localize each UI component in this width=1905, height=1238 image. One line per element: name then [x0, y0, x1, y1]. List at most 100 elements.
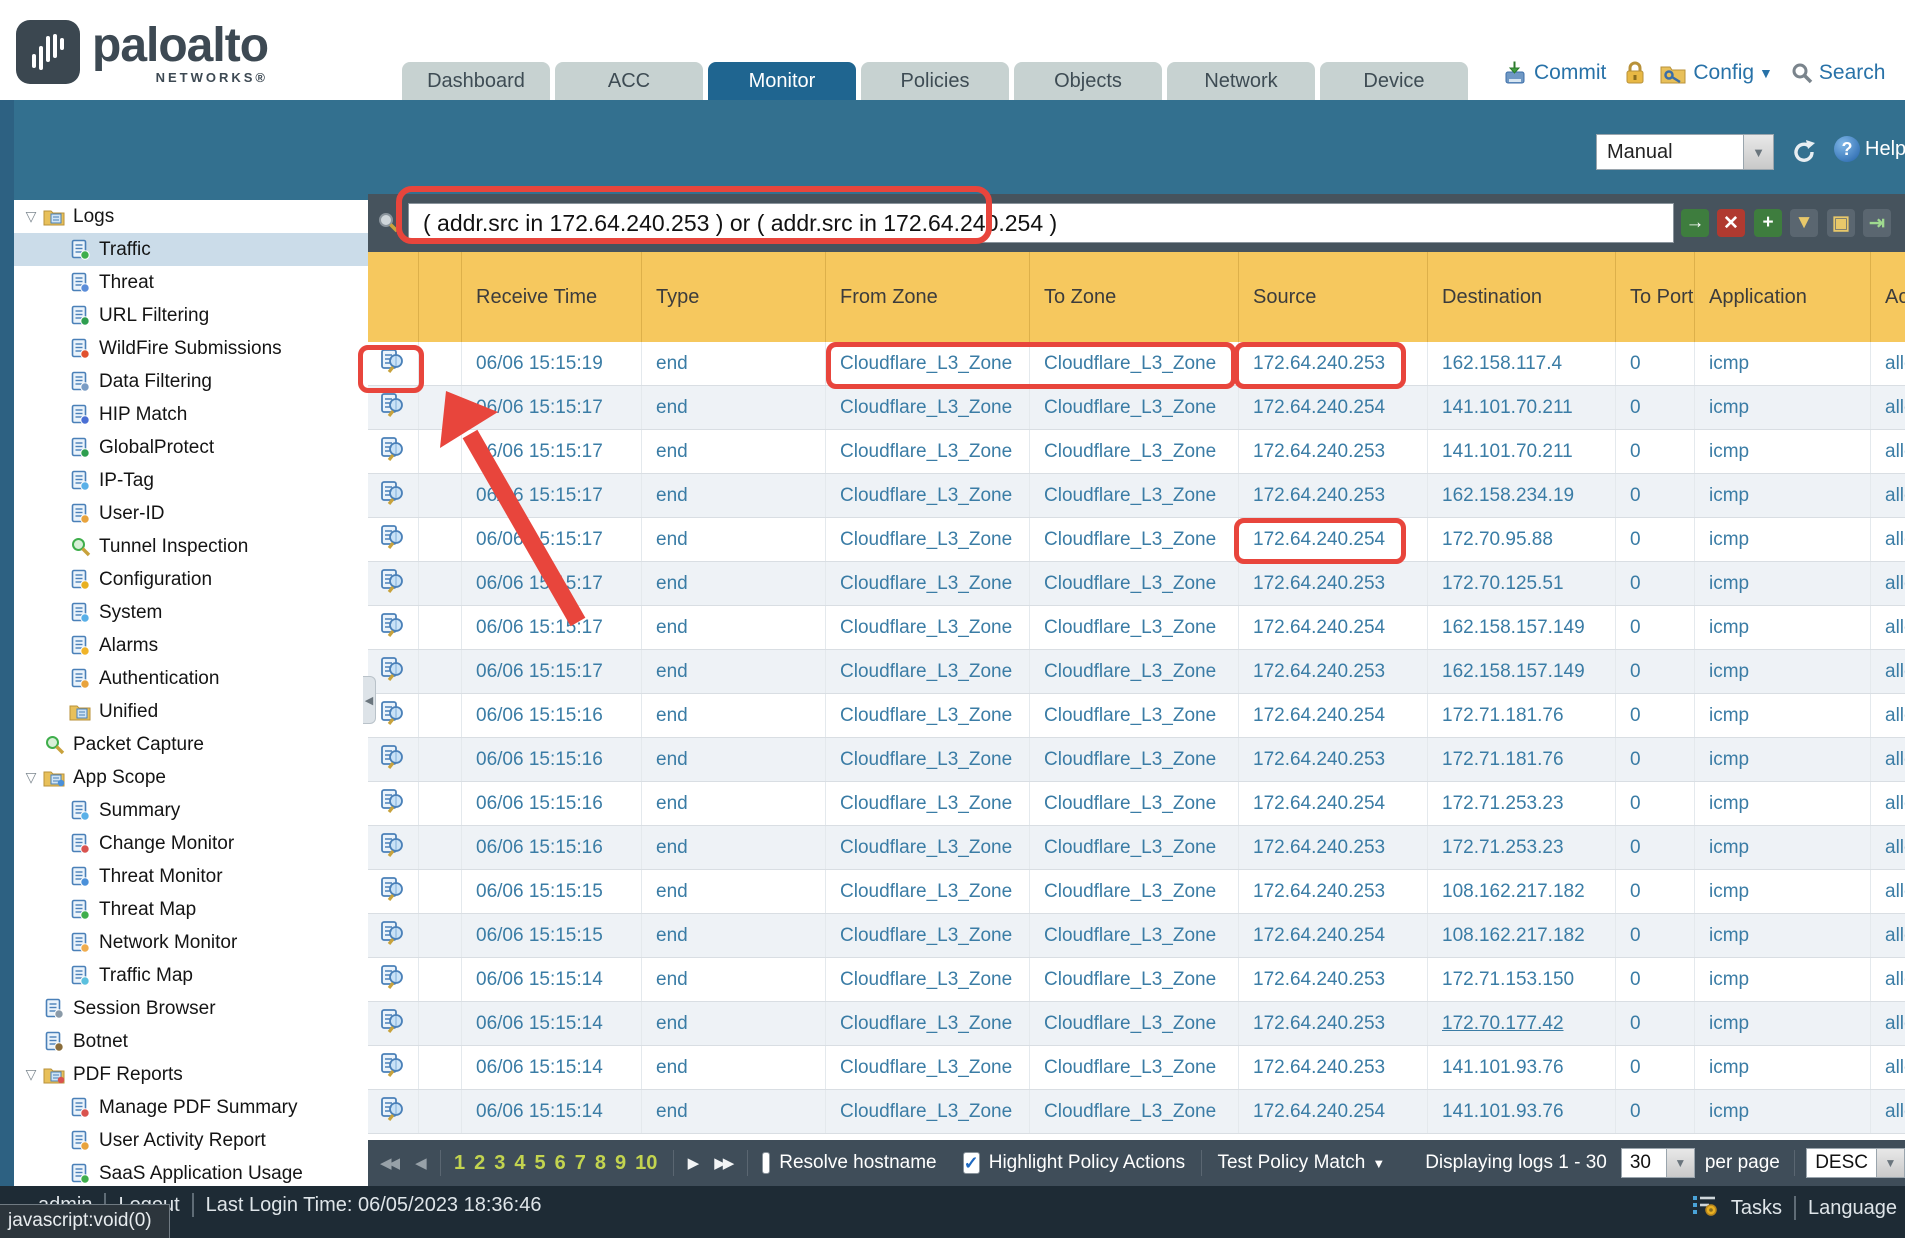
- tab-policies[interactable]: Policies: [861, 62, 1009, 100]
- log-detail-icon[interactable]: [380, 348, 406, 380]
- save-filter-icon[interactable]: ▼: [1790, 209, 1818, 237]
- sidebar-item-alarms[interactable]: Alarms: [14, 629, 368, 662]
- first-page-button[interactable]: ◀◀: [380, 1154, 397, 1172]
- log-detail-icon[interactable]: [380, 964, 406, 996]
- tasks-button[interactable]: Tasks: [1731, 1197, 1782, 1220]
- column-header-to-zone[interactable]: To Zone: [1030, 252, 1239, 342]
- sidebar-item-unified[interactable]: Unified: [14, 695, 368, 728]
- refresh-interval-caret-icon[interactable]: ▼: [1743, 135, 1773, 169]
- column-header-type[interactable]: Type: [642, 252, 826, 342]
- page-number-4[interactable]: 4: [514, 1152, 525, 1175]
- tab-objects[interactable]: Objects: [1014, 62, 1162, 100]
- refresh-icon[interactable]: [1788, 136, 1820, 168]
- log-detail-icon[interactable]: [380, 876, 406, 908]
- help-link[interactable]: ? Help: [1834, 136, 1905, 162]
- sidebar-item-network-monitor[interactable]: Network Monitor: [14, 926, 368, 959]
- language-button[interactable]: Language: [1808, 1197, 1897, 1220]
- prev-page-button[interactable]: ◀: [415, 1154, 424, 1172]
- log-detail-icon[interactable]: [380, 568, 406, 600]
- log-detail-icon[interactable]: [380, 436, 406, 468]
- column-header-source[interactable]: Source: [1239, 252, 1428, 342]
- sidebar-item-data-filtering[interactable]: Data Filtering: [14, 365, 368, 398]
- refresh-interval-select[interactable]: Manual ▼: [1596, 134, 1774, 170]
- log-detail-icon[interactable]: [380, 524, 406, 556]
- resolve-hostname-checkbox[interactable]: [762, 1152, 771, 1174]
- highlight-policy-checkbox[interactable]: ✓: [963, 1152, 980, 1174]
- page-number-5[interactable]: 5: [534, 1152, 545, 1175]
- sort-order-caret-icon[interactable]: ▼: [1876, 1149, 1904, 1177]
- log-detail-icon[interactable]: [380, 1052, 406, 1084]
- log-detail-icon[interactable]: [380, 744, 406, 776]
- sidebar-item-manage-pdf-summary[interactable]: Manage PDF Summary: [14, 1091, 368, 1124]
- expander-icon[interactable]: ▽: [20, 769, 42, 786]
- log-detail-icon[interactable]: [380, 656, 406, 688]
- page-number-8[interactable]: 8: [595, 1152, 606, 1175]
- sidebar-item-packet-capture[interactable]: Packet Capture: [14, 728, 368, 761]
- page-number-3[interactable]: 3: [494, 1152, 505, 1175]
- per-page-caret-icon[interactable]: ▼: [1666, 1149, 1694, 1177]
- sidebar-item-url-filtering[interactable]: URL Filtering: [14, 299, 368, 332]
- destination-link[interactable]: 172.70.177.42: [1442, 1013, 1564, 1035]
- test-policy-match-button[interactable]: Test Policy Match: [1217, 1152, 1365, 1174]
- tab-network[interactable]: Network: [1167, 62, 1315, 100]
- last-page-button[interactable]: ▶▶: [714, 1154, 731, 1172]
- sidebar-item-traffic-map[interactable]: Traffic Map: [14, 959, 368, 992]
- sidebar-item-configuration[interactable]: Configuration: [14, 563, 368, 596]
- log-detail-icon[interactable]: [380, 920, 406, 952]
- log-detail-icon[interactable]: [380, 612, 406, 644]
- log-detail-icon[interactable]: [380, 788, 406, 820]
- commit-button[interactable]: Commit: [1534, 61, 1606, 85]
- sidebar-item-user-activity-report[interactable]: User Activity Report: [14, 1124, 368, 1157]
- column-header-action[interactable]: Action: [1871, 252, 1905, 342]
- sidebar-item-globalprotect[interactable]: GlobalProtect: [14, 431, 368, 464]
- tab-acc[interactable]: ACC: [555, 62, 703, 100]
- tab-dashboard[interactable]: Dashboard: [402, 62, 550, 100]
- log-detail-icon[interactable]: [380, 1008, 406, 1040]
- column-header-receive-time[interactable]: Receive Time: [462, 252, 642, 342]
- sidebar-item-botnet[interactable]: Botnet: [14, 1025, 368, 1058]
- load-filter-icon[interactable]: ▣: [1827, 209, 1855, 237]
- expander-icon[interactable]: ▽: [20, 208, 42, 225]
- sidebar-item-saas-application-usage[interactable]: SaaS Application Usage: [14, 1157, 368, 1186]
- sidebar-item-summary[interactable]: Summary: [14, 794, 368, 827]
- sidebar-item-wildfire-submissions[interactable]: WildFire Submissions: [14, 332, 368, 365]
- sidebar-item-logs[interactable]: ▽ Logs: [14, 200, 368, 233]
- sidebar-item-traffic[interactable]: Traffic: [14, 233, 368, 266]
- clear-filter-icon[interactable]: ✕: [1717, 209, 1745, 237]
- page-number-9[interactable]: 9: [615, 1152, 626, 1175]
- sort-order-select[interactable]: DESC ▼: [1806, 1148, 1905, 1178]
- sidebar-item-threat[interactable]: Threat: [14, 266, 368, 299]
- config-menu-button[interactable]: Config: [1693, 61, 1754, 85]
- export-logs-icon[interactable]: ⇥: [1863, 209, 1891, 237]
- sidebar-collapse-handle[interactable]: ◀: [363, 676, 376, 724]
- sidebar-item-threat-monitor[interactable]: Threat Monitor: [14, 860, 368, 893]
- tab-monitor[interactable]: Monitor: [708, 62, 856, 100]
- log-detail-icon[interactable]: [380, 700, 406, 732]
- page-number-1[interactable]: 1: [454, 1152, 465, 1175]
- expander-icon[interactable]: ▽: [20, 1066, 42, 1083]
- sidebar-item-ip-tag[interactable]: IP-Tag: [14, 464, 368, 497]
- page-number-2[interactable]: 2: [474, 1152, 485, 1175]
- next-page-button[interactable]: ▶: [688, 1154, 697, 1172]
- log-filter-input[interactable]: [408, 203, 1674, 243]
- add-filter-icon[interactable]: +: [1754, 209, 1782, 237]
- tab-device[interactable]: Device: [1320, 62, 1468, 100]
- log-detail-icon[interactable]: [380, 832, 406, 864]
- sidebar-item-system[interactable]: System: [14, 596, 368, 629]
- sidebar-item-threat-map[interactable]: Threat Map: [14, 893, 368, 926]
- column-header-destination[interactable]: Destination: [1428, 252, 1616, 342]
- apply-filter-icon[interactable]: →: [1681, 209, 1709, 237]
- sidebar-item-user-id[interactable]: User-ID: [14, 497, 368, 530]
- log-detail-icon[interactable]: [380, 480, 406, 512]
- column-header-application[interactable]: Application: [1695, 252, 1871, 342]
- sidebar-item-session-browser[interactable]: Session Browser: [14, 992, 368, 1025]
- page-number-10[interactable]: 10: [635, 1152, 657, 1175]
- sidebar-item-pdf-reports[interactable]: ▽ PDF Reports: [14, 1058, 368, 1091]
- sidebar-item-authentication[interactable]: Authentication: [14, 662, 368, 695]
- sidebar-item-change-monitor[interactable]: Change Monitor: [14, 827, 368, 860]
- sidebar-item-tunnel-inspection[interactable]: Tunnel Inspection: [14, 530, 368, 563]
- per-page-select[interactable]: 30 ▼: [1621, 1148, 1695, 1178]
- column-header-from-zone[interactable]: From Zone: [826, 252, 1030, 342]
- page-number-7[interactable]: 7: [575, 1152, 586, 1175]
- log-detail-icon[interactable]: [380, 392, 406, 424]
